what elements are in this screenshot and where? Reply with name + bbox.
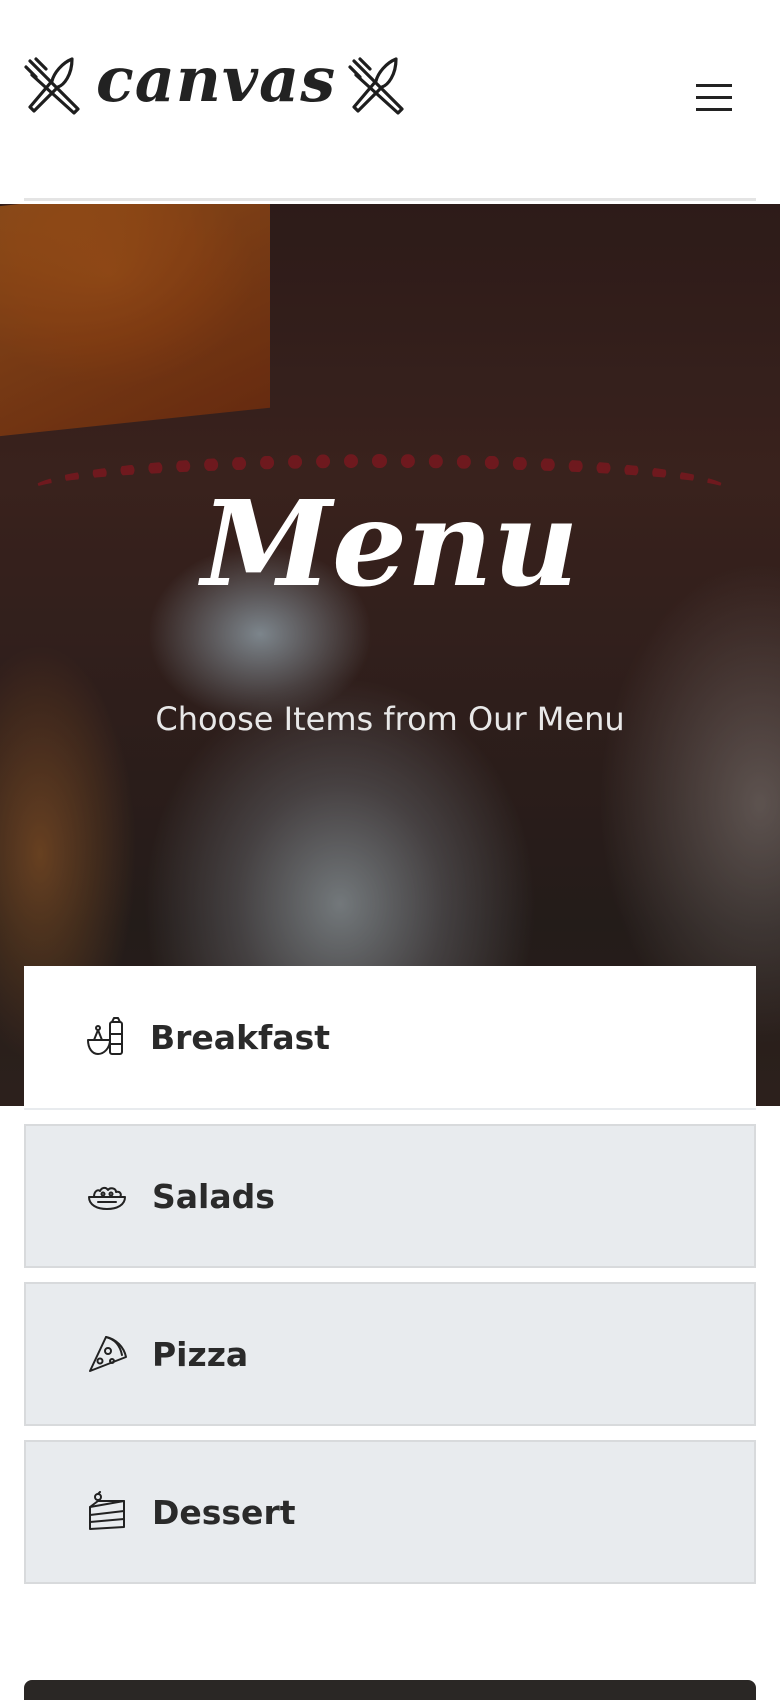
menu-bar bbox=[696, 96, 732, 99]
category-breakfast[interactable]: Breakfast bbox=[24, 966, 756, 1110]
category-label: Dessert bbox=[152, 1492, 296, 1532]
fork-knife-icon bbox=[24, 57, 80, 115]
logo-wordmark: canvas bbox=[96, 43, 337, 116]
hamburger-menu-icon[interactable] bbox=[696, 84, 732, 116]
category-dessert[interactable]: Dessert bbox=[24, 1440, 756, 1584]
header-divider bbox=[24, 198, 756, 201]
category-label: Pizza bbox=[152, 1334, 249, 1374]
salad-bowl-icon bbox=[88, 1186, 126, 1210]
menu-bar bbox=[696, 84, 732, 87]
category-label: Salads bbox=[152, 1176, 275, 1216]
menu-category-list: Breakfast Salads Pizza Dessert bbox=[24, 966, 756, 1598]
cake-slice-icon bbox=[89, 1491, 125, 1530]
pizza-slice-icon bbox=[89, 1336, 127, 1372]
page-title: Menu bbox=[201, 474, 579, 613]
category-label: Breakfast bbox=[150, 1017, 331, 1057]
breakfast-icon bbox=[87, 1017, 123, 1055]
site-logo[interactable]: canvas bbox=[22, 44, 404, 122]
category-salads[interactable]: Salads bbox=[24, 1124, 756, 1268]
page-subtitle: Choose Items from Our Menu bbox=[155, 700, 625, 738]
menu-bar bbox=[696, 108, 732, 111]
site-header: canvas bbox=[0, 0, 780, 200]
fork-knife-icon bbox=[348, 57, 404, 115]
category-pizza[interactable]: Pizza bbox=[24, 1282, 756, 1426]
next-section-edge bbox=[24, 1680, 756, 1700]
